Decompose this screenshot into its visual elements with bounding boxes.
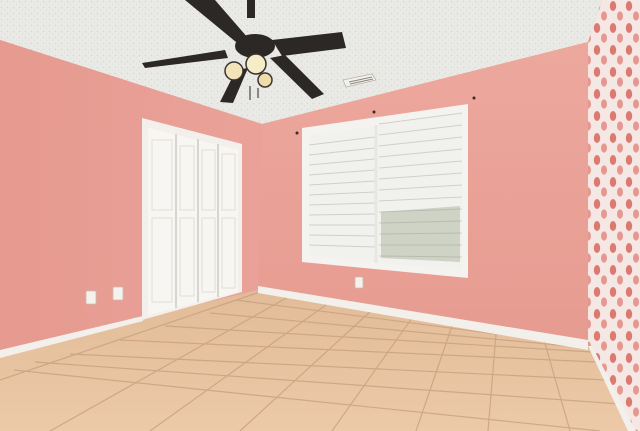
curtain-hook bbox=[295, 131, 299, 135]
curtain-hook bbox=[472, 96, 476, 100]
window-with-blinds[interactable] bbox=[302, 104, 468, 278]
room-illustration bbox=[0, 0, 640, 431]
room-photo bbox=[0, 0, 640, 431]
light-switch-icon bbox=[354, 276, 364, 289]
curtain-hook bbox=[372, 110, 376, 114]
power-outlet-icon bbox=[85, 290, 97, 305]
power-outlet-icon bbox=[112, 286, 124, 301]
closet-bifold-door[interactable] bbox=[142, 118, 242, 320]
